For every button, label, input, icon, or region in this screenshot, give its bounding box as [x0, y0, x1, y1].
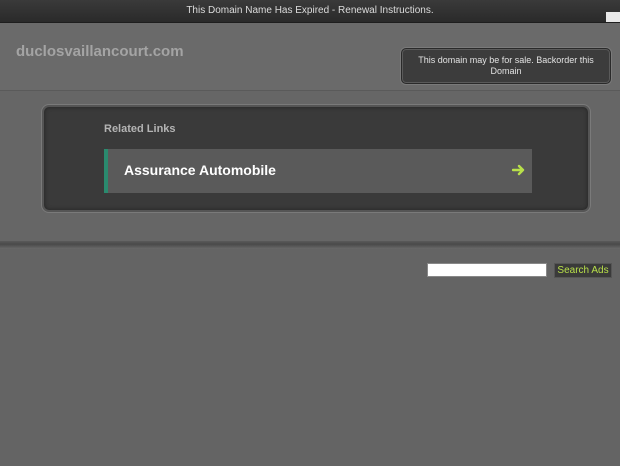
- arrow-right-icon: [511, 163, 526, 177]
- related-links-panel: Related Links Assurance Automobile: [42, 105, 590, 212]
- search-ads-input[interactable]: [427, 263, 547, 277]
- header: duclosvaillancourt.com This domain may b…: [0, 23, 620, 91]
- band-divider: [0, 241, 620, 249]
- sale-notice-text: This domain may be for sale. Backorder t…: [418, 55, 594, 76]
- expired-banner: This Domain Name Has Expired - Renewal I…: [0, 0, 620, 23]
- backorder-domain-button[interactable]: This domain may be for sale. Backorder t…: [401, 48, 611, 84]
- renewal-instructions-link[interactable]: This Domain Name Has Expired - Renewal I…: [186, 5, 433, 16]
- search-ads-button[interactable]: Search Ads: [554, 263, 612, 278]
- site-title: duclosvaillancourt.com: [16, 43, 184, 60]
- corner-tab: [606, 12, 620, 22]
- related-links-heading: Related Links: [104, 123, 176, 135]
- related-link-item[interactable]: Assurance Automobile: [104, 149, 532, 193]
- related-link-label: Assurance Automobile: [124, 162, 276, 178]
